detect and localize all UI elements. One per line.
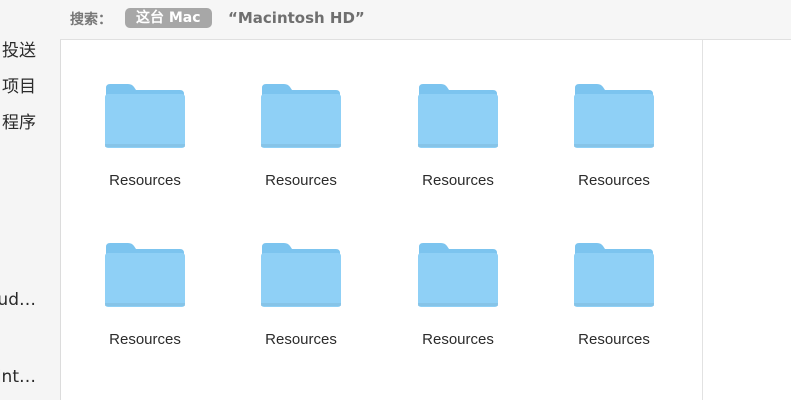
file-item[interactable]: Resources [241, 82, 361, 212]
file-name: Resources [422, 172, 494, 189]
file-item[interactable]: Resources [85, 82, 205, 212]
file-name: Resources [109, 331, 181, 348]
file-item[interactable]: Resources [85, 241, 205, 371]
file-name: Resources [578, 172, 650, 189]
sidebar-item-airdrop[interactable]: 投送 [2, 36, 36, 61]
sidebar-item-icloud[interactable]: ud… [0, 290, 36, 310]
sidebar-item-int[interactable]: int… [0, 367, 36, 387]
file-name: Resources [422, 331, 494, 348]
search-scope-bar: 搜索： 这台 Mac “Macintosh HD” [60, 0, 791, 40]
scope-macintosh-hd-button[interactable]: “Macintosh HD” [228, 9, 365, 27]
scope-this-mac-button[interactable]: 这台 Mac [125, 8, 212, 28]
file-item[interactable]: Resources [241, 241, 361, 371]
file-name: Resources [109, 172, 181, 189]
file-item[interactable]: Resources [398, 241, 518, 371]
file-item[interactable]: Resources [554, 82, 674, 212]
file-name: Resources [265, 331, 337, 348]
file-name: Resources [578, 331, 650, 348]
file-item[interactable]: Resources [554, 241, 674, 371]
file-item[interactable]: Resources [398, 82, 518, 212]
sidebar-item-applications[interactable]: 程序 [2, 108, 36, 133]
sidebar: 投送 项目 程序 ud… int… [0, 0, 61, 400]
search-results-grid: Resources Resources Resources Resources Reso… [61, 40, 702, 400]
finder-window: 投送 项目 程序 ud… int… 搜索： 这台 Mac “Macintosh … [0, 0, 791, 400]
sidebar-item-recents[interactable]: 项目 [2, 72, 36, 97]
preview-pane [703, 40, 791, 400]
search-scope-label: 搜索： [70, 12, 112, 28]
file-name: Resources [265, 172, 337, 189]
